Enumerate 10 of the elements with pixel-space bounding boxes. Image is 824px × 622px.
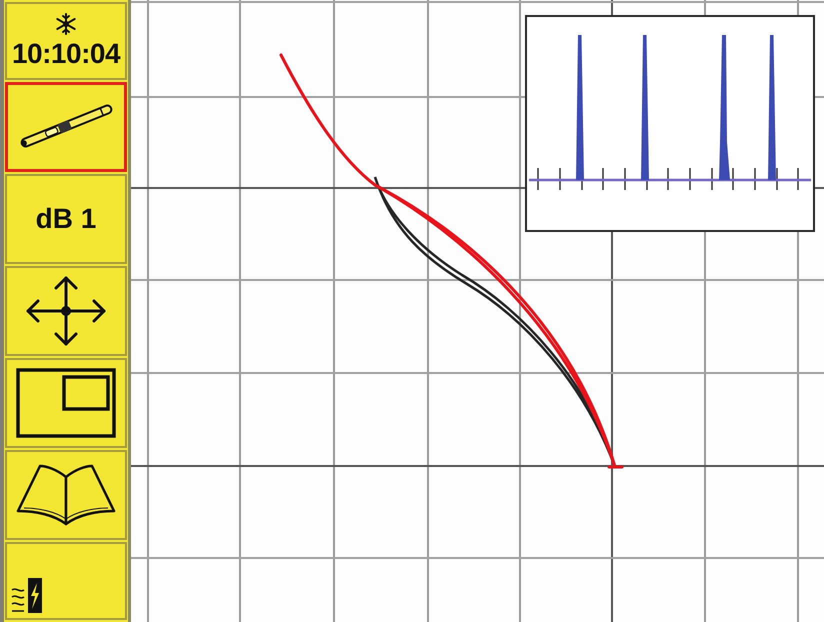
gain-button[interactable]: dB 1 — [5, 174, 127, 264]
move-arrows-icon — [25, 275, 107, 347]
picture-in-picture-icon — [16, 368, 116, 438]
pan-button[interactable] — [5, 266, 127, 356]
book-icon — [16, 463, 116, 527]
layout-button[interactable] — [5, 358, 127, 448]
clock-time: 10:10:04 — [12, 39, 120, 69]
manual-button[interactable] — [5, 450, 127, 540]
battery-charging-icon — [10, 576, 44, 614]
probe-button[interactable] — [5, 82, 127, 172]
